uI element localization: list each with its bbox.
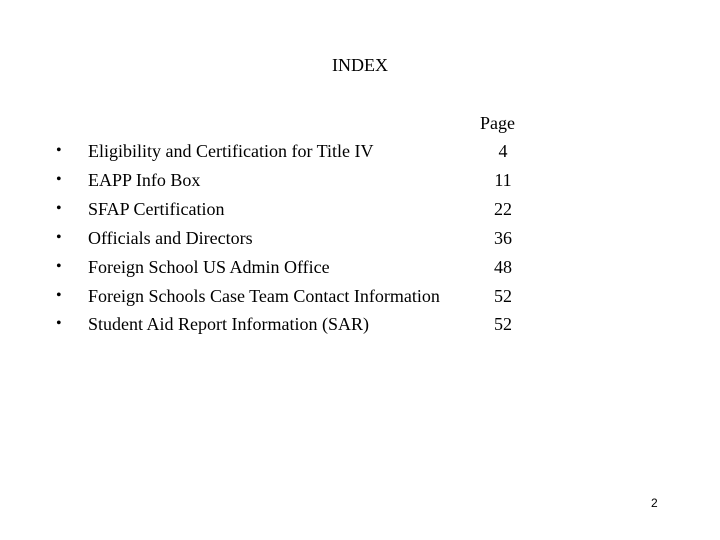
bullet-icon: • — [56, 315, 62, 332]
page-column-header: Page — [480, 113, 515, 133]
bullet-icon: • — [56, 142, 62, 159]
bullet-icon: • — [56, 171, 62, 188]
entry-page-number: 52 — [494, 314, 512, 334]
bullet-icon: • — [56, 287, 62, 304]
bullet-icon: • — [56, 258, 62, 275]
entry-label: Eligibility and Certification for Title … — [88, 141, 374, 161]
entry-label: Officials and Directors — [88, 228, 253, 248]
index-entry: • Officials and Directors 36 — [0, 227, 720, 256]
entry-label: SFAP Certification — [88, 199, 225, 219]
bullet-icon: • — [56, 229, 62, 246]
entry-page-number: 4 — [498, 141, 508, 161]
index-title: INDEX — [332, 55, 388, 75]
index-entry: • SFAP Certification 22 — [0, 198, 720, 227]
entry-page-number: 36 — [494, 228, 512, 248]
index-entry: • Foreign School US Admin Office 48 — [0, 256, 720, 285]
index-entry: • Student Aid Report Information (SAR) 5… — [0, 313, 720, 342]
entry-page-number: 11 — [494, 170, 512, 190]
index-entry: • Eligibility and Certification for Titl… — [0, 140, 720, 169]
index-entry: • Foreign Schools Case Team Contact Info… — [0, 285, 720, 314]
entry-page-number: 22 — [494, 199, 512, 219]
entry-label: Foreign School US Admin Office — [88, 257, 330, 277]
entry-label: Foreign Schools Case Team Contact Inform… — [88, 286, 440, 306]
entry-label: Student Aid Report Information (SAR) — [88, 314, 369, 334]
entry-label: EAPP Info Box — [88, 170, 201, 190]
footer-page-number: 2 — [651, 496, 658, 510]
entry-page-number: 52 — [494, 286, 512, 306]
index-entry: • EAPP Info Box 11 — [0, 169, 720, 198]
bullet-icon: • — [56, 200, 62, 217]
entry-page-number: 48 — [494, 257, 512, 277]
